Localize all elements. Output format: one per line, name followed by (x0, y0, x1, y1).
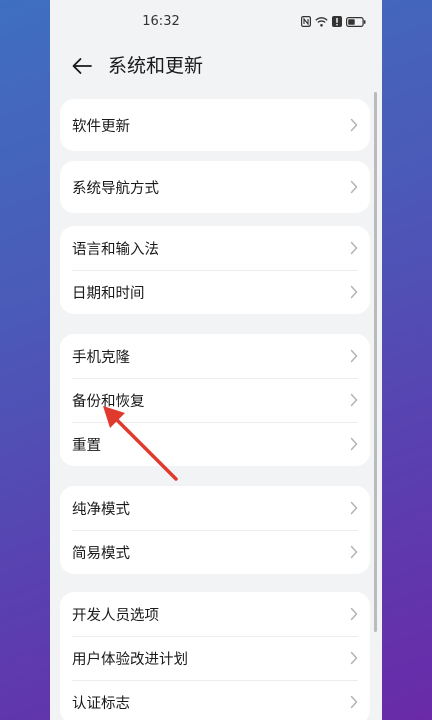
certification-logo-item[interactable]: 认证标志 (60, 680, 370, 720)
chevron-right-icon (350, 241, 358, 255)
date-time-label: 日期和时间 (72, 285, 145, 302)
language-input-label: 语言和输入法 (72, 241, 159, 258)
backup-restore-label: 备份和恢复 (72, 393, 145, 410)
system-navigation-label: 系统导航方式 (72, 180, 159, 197)
reset-label: 重置 (72, 437, 101, 454)
status-bar: 16:32 (50, 0, 382, 44)
pure-mode-item[interactable]: 纯净模式 (60, 486, 370, 530)
backup-restore-item[interactable]: 备份和恢复 (60, 378, 370, 422)
chevron-right-icon (350, 501, 358, 515)
arrow-left-icon (72, 58, 92, 74)
battery-icon (346, 16, 366, 27)
back-button[interactable] (68, 52, 96, 80)
wifi-icon (315, 16, 328, 27)
chevron-right-icon (350, 607, 358, 621)
page-title: 系统和更新 (108, 55, 204, 77)
developer-options-label: 开发人员选项 (72, 607, 159, 624)
reset-item[interactable]: 重置 (60, 422, 370, 466)
chevron-right-icon (350, 545, 358, 559)
settings-group-backup: 手机克隆 备份和恢复 重置 (60, 334, 370, 466)
nfc-icon (301, 16, 311, 27)
phone-screen: 16:32 系统和更新 软件更新 系统导航方式 语言和输入法 日期和时间 手机克… (50, 0, 382, 720)
settings-group-modes: 纯净模式 简易模式 (60, 486, 370, 574)
system-navigation-item[interactable]: 系统导航方式 (60, 161, 370, 213)
scrollbar[interactable] (374, 92, 377, 632)
pure-mode-label: 纯净模式 (72, 501, 130, 518)
chevron-right-icon (350, 393, 358, 407)
chevron-right-icon (350, 118, 358, 132)
chevron-right-icon (350, 651, 358, 665)
chevron-right-icon (350, 285, 358, 299)
status-icons (301, 16, 366, 27)
alert-icon (332, 16, 342, 27)
status-time: 16:32 (142, 14, 180, 29)
date-time-item[interactable]: 日期和时间 (60, 270, 370, 314)
software-update-item[interactable]: 软件更新 (60, 99, 370, 151)
phone-clone-item[interactable]: 手机克隆 (60, 334, 370, 378)
simple-mode-label: 简易模式 (72, 545, 130, 562)
user-experience-label: 用户体验改进计划 (72, 651, 188, 668)
app-header: 系统和更新 (50, 44, 382, 88)
certification-logo-label: 认证标志 (72, 695, 130, 712)
user-experience-item[interactable]: 用户体验改进计划 (60, 636, 370, 680)
chevron-right-icon (350, 695, 358, 709)
simple-mode-item[interactable]: 简易模式 (60, 530, 370, 574)
chevron-right-icon (350, 349, 358, 363)
phone-clone-label: 手机克隆 (72, 349, 130, 366)
settings-group-navigation: 系统导航方式 (60, 161, 370, 213)
settings-group-language: 语言和输入法 日期和时间 (60, 226, 370, 314)
software-update-label: 软件更新 (72, 118, 130, 135)
developer-options-item[interactable]: 开发人员选项 (60, 592, 370, 636)
chevron-right-icon (350, 437, 358, 451)
settings-group-developer: 开发人员选项 用户体验改进计划 认证标志 (60, 592, 370, 720)
settings-group-update: 软件更新 (60, 99, 370, 151)
chevron-right-icon (350, 180, 358, 194)
language-input-item[interactable]: 语言和输入法 (60, 226, 370, 270)
